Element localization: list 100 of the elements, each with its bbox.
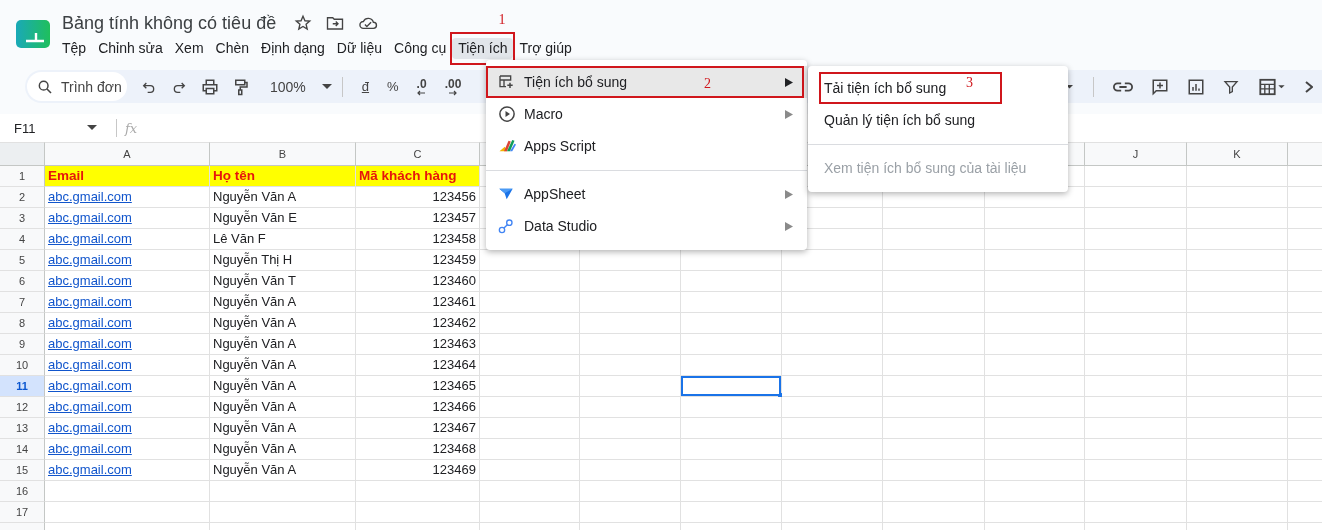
row-header[interactable]: 6 <box>0 271 45 292</box>
row-header[interactable]: 3 <box>0 208 45 229</box>
table-cell: Email <box>45 166 210 187</box>
chart-icon[interactable] <box>1187 77 1205 96</box>
menu-item[interactable]: Tiện ích <box>452 38 514 59</box>
row-header[interactable]: 5 <box>0 250 45 271</box>
zoom-dropdown[interactable]: 100% <box>270 78 332 95</box>
name-box[interactable]: F11 <box>0 120 110 136</box>
email-link[interactable]: abc.gmail.com <box>48 397 132 417</box>
column-header[interactable]: A <box>45 142 210 166</box>
row-header[interactable]: 10 <box>0 355 45 376</box>
table-cell: 123466 <box>356 397 480 418</box>
menu-item[interactable]: Dữ liệu <box>330 38 389 59</box>
table-cell: 123456 <box>356 187 480 208</box>
email-link[interactable]: abc.gmail.com <box>48 439 132 459</box>
email-link[interactable]: abc.gmail.com <box>48 313 132 333</box>
menu-item[interactable]: Tệp <box>56 38 93 59</box>
table-cell: Nguyễn Văn A <box>210 187 356 208</box>
document-title[interactable]: Bảng tính không có tiêu đề <box>62 12 277 34</box>
table-cell: 123462 <box>356 313 480 334</box>
arrow-right-icon <box>448 89 458 96</box>
link-icon[interactable] <box>1113 80 1133 93</box>
arrow-left-icon <box>417 89 427 96</box>
caret-icon <box>87 125 98 131</box>
menu-item[interactable]: AppSheet <box>486 178 807 210</box>
print-icon[interactable] <box>201 77 219 96</box>
table-cell: 123467 <box>356 418 480 439</box>
menu-item[interactable]: Tải tiện ích bổ sung 3 <box>808 72 1068 104</box>
table-cell: 123465 <box>356 376 480 397</box>
search-icon <box>37 79 53 95</box>
table-icon[interactable] <box>1257 77 1287 96</box>
row-header[interactable]: 4 <box>0 229 45 250</box>
format-button[interactable]: % <box>387 80 399 93</box>
email-link[interactable]: abc.gmail.com <box>48 250 132 270</box>
comment-icon[interactable] <box>1151 77 1169 96</box>
annotation-number: 3 <box>966 75 973 91</box>
email-link[interactable]: abc.gmail.com <box>48 208 132 228</box>
table-cell: 123459 <box>356 250 480 271</box>
email-link[interactable]: abc.gmail.com <box>48 229 132 249</box>
row-header[interactable]: 7 <box>0 292 45 313</box>
filter-icon[interactable] <box>1223 78 1239 95</box>
menu-item[interactable]: Chèn <box>209 38 256 59</box>
email-link[interactable]: abc.gmail.com <box>48 418 132 438</box>
cloud-check-icon[interactable] <box>358 15 379 31</box>
email-link[interactable]: abc.gmail.com <box>48 355 132 375</box>
table-cell: 123468 <box>356 439 480 460</box>
format-button[interactable]: .00 <box>444 77 462 96</box>
format-button[interactable]: .0 <box>416 77 427 96</box>
row-header[interactable]: 15 <box>0 460 45 481</box>
row-header[interactable]: 8 <box>0 313 45 334</box>
row-header[interactable]: 1 <box>0 166 45 187</box>
appsheet-icon <box>498 187 514 201</box>
table-cell: Nguyễn Văn A <box>210 334 356 355</box>
email-link[interactable]: abc.gmail.com <box>48 376 132 396</box>
column-header[interactable]: K <box>1187 142 1288 166</box>
row-header[interactable]: 13 <box>0 418 45 439</box>
table-cell: Lê Văn F <box>210 229 356 250</box>
menu-item[interactable]: Định dạng <box>255 38 331 59</box>
menu-item[interactable]: Apps Script <box>486 130 807 162</box>
row-header[interactable]: 11 <box>0 376 45 397</box>
folder-move-icon[interactable] <box>326 15 345 31</box>
email-link[interactable]: abc.gmail.com <box>48 334 132 354</box>
row-header[interactable]: 14 <box>0 439 45 460</box>
paint-format-icon[interactable] <box>233 77 249 96</box>
email-link[interactable]: abc.gmail.com <box>48 187 132 207</box>
table-cell: Nguyễn Văn A <box>210 418 356 439</box>
table-cell: 123464 <box>356 355 480 376</box>
column-header[interactable]: J <box>1085 142 1187 166</box>
column-header[interactable]: C <box>356 142 480 166</box>
menu-search-field[interactable]: Trình đơn <box>27 72 127 101</box>
table-cell: 123457 <box>356 208 480 229</box>
selected-cell[interactable] <box>681 376 782 397</box>
table-cell: Mã khách hàng <box>356 166 480 187</box>
row-header[interactable]: 9 <box>0 334 45 355</box>
table-cell: Nguyễn Văn A <box>210 313 356 334</box>
annotation-number: 2 <box>704 76 711 92</box>
menu-item[interactable]: Chỉnh sửa <box>92 38 169 59</box>
menu-item[interactable]: Data Studio <box>486 210 807 242</box>
email-link[interactable]: abc.gmail.com <box>48 292 132 312</box>
row-header[interactable]: 12 <box>0 397 45 418</box>
caret-icon <box>321 83 332 90</box>
column-header[interactable]: B <box>210 142 356 166</box>
formula-label: fx <box>125 120 138 136</box>
menu-item[interactable]: Công cụ <box>388 38 453 59</box>
menu-item[interactable]: Xem <box>168 38 210 59</box>
sheets-logo-icon[interactable] <box>16 20 50 48</box>
menu-item[interactable]: Quản lý tiện ích bổ sung <box>808 104 1068 136</box>
menu-item[interactable]: Macro <box>486 98 807 130</box>
table-cell: Nguyễn Văn A <box>210 376 356 397</box>
row-header[interactable]: 17 <box>0 502 45 523</box>
menu-item[interactable]: Trợ giúp <box>513 38 578 59</box>
email-link[interactable]: abc.gmail.com <box>48 271 132 291</box>
menu-item[interactable]: Tiện ích bổ sung 2 <box>486 66 807 98</box>
email-link[interactable]: abc.gmail.com <box>48 460 132 480</box>
collapse-icon[interactable] <box>1305 79 1313 94</box>
row-header[interactable]: 2 <box>0 187 45 208</box>
format-button[interactable]: đ <box>361 80 370 93</box>
star-icon[interactable] <box>294 14 313 32</box>
table-cell: Nguyễn Văn T <box>210 271 356 292</box>
row-header[interactable]: 16 <box>0 481 45 502</box>
